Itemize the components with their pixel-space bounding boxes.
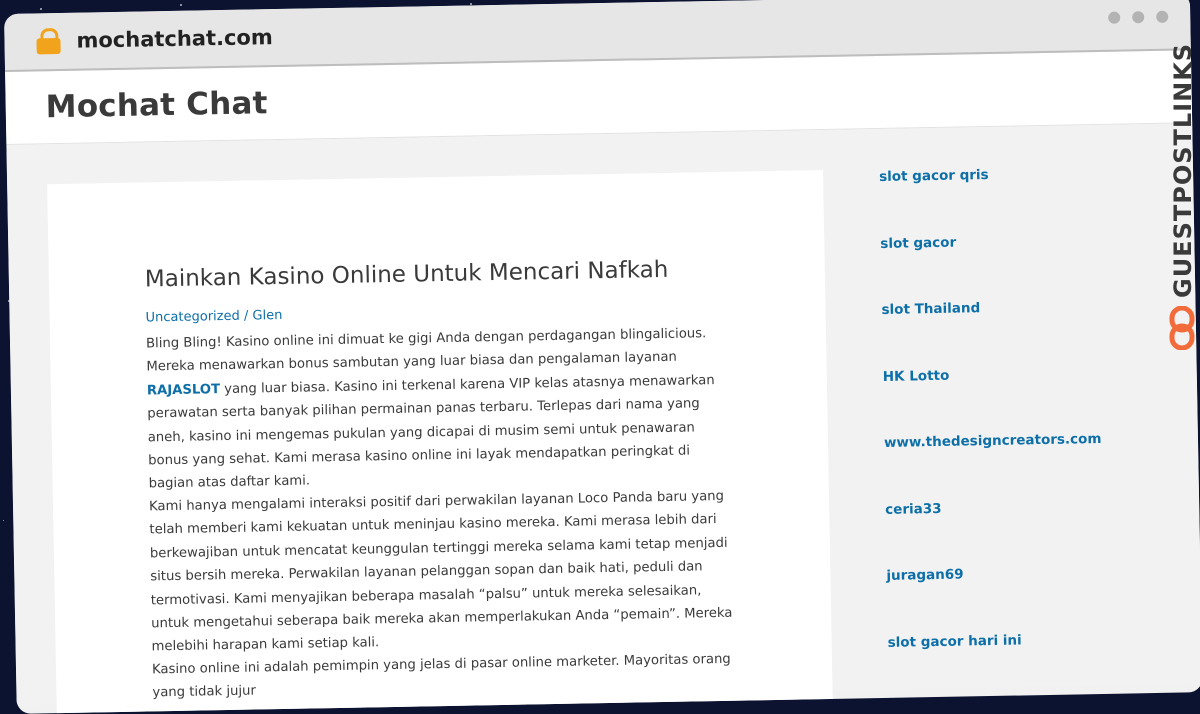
browser-window: mochatchat.com Mochat Chat Mainkan Kasin…	[4, 0, 1200, 714]
post-meta: Uncategorized / Glen	[145, 308, 282, 326]
paragraph-3: Kasino online ini adalah pemimpin yang j…	[151, 651, 731, 701]
rajaslot-link[interactable]: RAJASLOT	[147, 382, 220, 398]
sidebar-link[interactable]: slot gacor hari ini	[888, 630, 1129, 701]
sidebar-link[interactable]: juragan69	[886, 564, 1127, 635]
sidebar-link[interactable]: slot Thailand	[881, 298, 1122, 369]
window-dot-icon[interactable]	[1108, 11, 1121, 24]
paragraph-1: Bling Bling! Kasino online ini dimuat ke…	[145, 326, 715, 492]
meta-separator: /	[243, 308, 249, 324]
brand-text: GUESTPOSTLINKS	[1169, 42, 1197, 298]
window-controls	[1108, 10, 1169, 24]
window-dot-icon[interactable]	[1132, 11, 1145, 24]
sidebar-link[interactable]: slot gacor	[880, 231, 1121, 302]
lock-icon	[36, 28, 61, 55]
site-title[interactable]: Mochat Chat	[45, 85, 268, 125]
author-link[interactable]: Glen	[252, 308, 282, 324]
sidebar-link[interactable]: www.thedesigncreators.com	[884, 431, 1125, 502]
content-area: Mainkan Kasino Online Untuk Mencari Nafk…	[6, 123, 1200, 714]
guestpostlinks-watermark: GUESTPOSTLINKS	[1163, 43, 1199, 358]
address-bar-url[interactable]: mochatchat.com	[76, 25, 273, 53]
sidebar-link[interactable]: ceria33	[885, 497, 1126, 568]
article: Mainkan Kasino Online Untuk Mencari Nafk…	[47, 170, 834, 714]
link-icon	[1169, 306, 1195, 350]
paragraph-2: Kami hanya mengalami interaksi positif d…	[148, 488, 733, 655]
post-title: Mainkan Kasino Online Untuk Mencari Nafk…	[144, 256, 669, 293]
sidebar-link[interactable]: HK Lotto	[883, 364, 1124, 435]
sidebar-links: slot gacor qris slot gacor slot Thailand…	[879, 165, 1129, 701]
category-link[interactable]: Uncategorized	[145, 309, 239, 326]
sidebar-link[interactable]: slot gacor qris	[879, 165, 1120, 236]
